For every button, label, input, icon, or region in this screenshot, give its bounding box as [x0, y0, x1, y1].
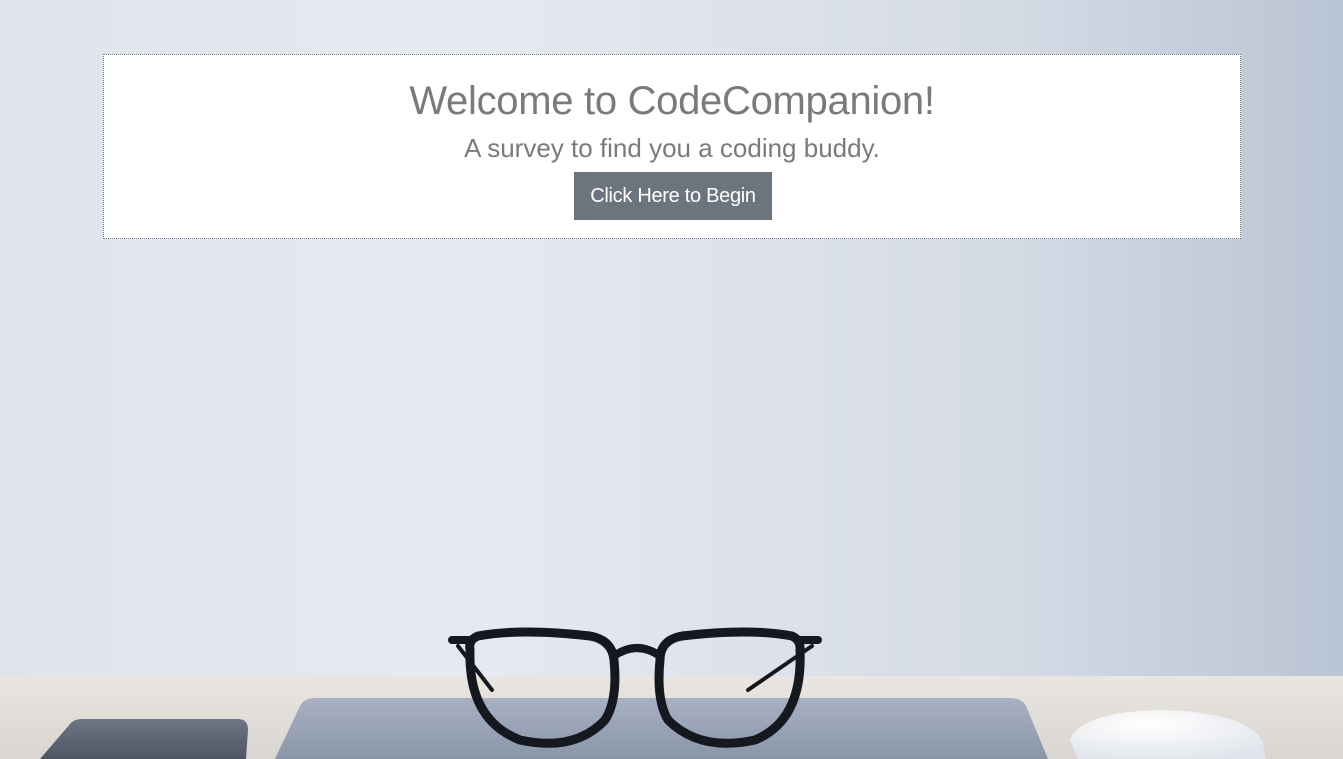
page-title: Welcome to CodeCompanion! [409, 79, 935, 123]
phone [40, 719, 248, 759]
page-subtitle: A survey to find you a coding buddy. [464, 133, 880, 163]
begin-survey-button[interactable]: Click Here to Begin [574, 172, 772, 220]
welcome-panel: Welcome to CodeCompanion! A survey to fi… [103, 54, 1241, 239]
